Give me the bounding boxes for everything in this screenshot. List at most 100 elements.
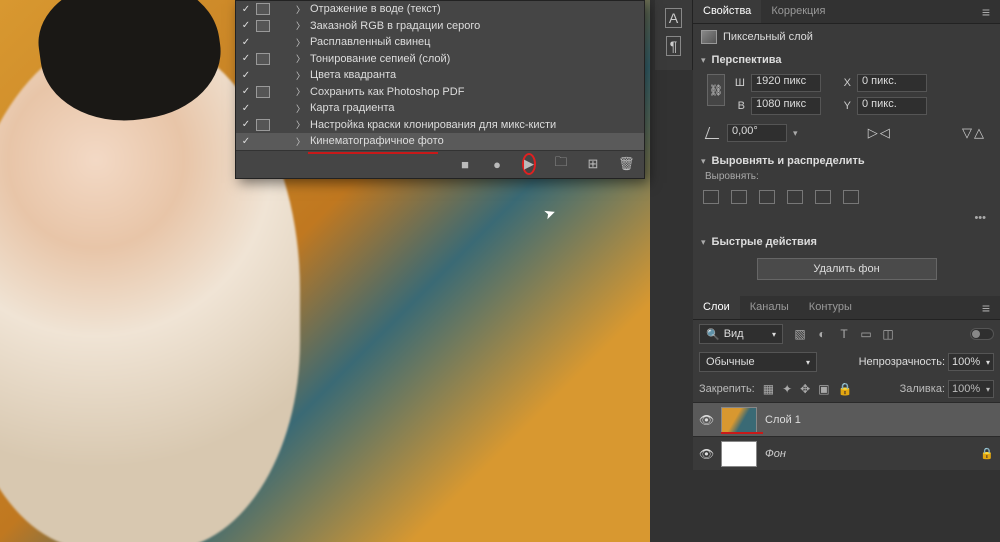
flip-horizontal-icon[interactable]: ▷◁ [868, 125, 892, 141]
action-dialog-toggle[interactable] [256, 69, 270, 81]
action-enabled-check[interactable]: ✓ [240, 103, 252, 114]
action-row[interactable]: ✓〉Карта градиента [236, 100, 644, 117]
align-center-h-icon[interactable] [731, 190, 747, 204]
layer-thumbnail[interactable] [721, 441, 757, 467]
angle-dropdown-icon[interactable]: ▾ [793, 128, 798, 139]
expand-caret-icon[interactable]: 〉 [296, 52, 306, 65]
panel-menu-icon[interactable]: ≡ [978, 300, 994, 316]
paragraph-panel-icon[interactable]: ¶ [666, 36, 682, 56]
collapsed-panel-strip[interactable]: A ¶ [655, 0, 693, 70]
action-enabled-check[interactable]: ✓ [240, 20, 252, 31]
action-label: Отражение в воде (текст) [310, 3, 640, 15]
visibility-toggle[interactable]: 👁 [699, 413, 713, 427]
lock-move-icon[interactable]: ✥ [800, 382, 810, 396]
filter-toggle[interactable] [970, 328, 994, 340]
action-enabled-check[interactable]: ✓ [240, 86, 252, 97]
action-row[interactable]: ✓ 〉 Кинематографичное фото [236, 133, 644, 150]
lock-all-icon[interactable]: 🔒 [838, 382, 853, 396]
expand-caret-icon[interactable]: 〉 [296, 19, 306, 32]
quick-actions-header[interactable]: ▾ Быстрые действия [701, 230, 992, 252]
visibility-toggle[interactable]: 👁 [699, 447, 713, 461]
flip-vertical-icon[interactable]: ▽△ [962, 125, 986, 141]
action-dialog-toggle[interactable] [256, 53, 270, 65]
perspective-section-header[interactable]: ▾ Перспектива [701, 48, 992, 70]
align-section-header[interactable]: ▾ Выровнять и распределить [701, 149, 992, 171]
action-enabled-check[interactable]: ✓ [240, 70, 252, 81]
stop-icon[interactable]: ■ [458, 157, 472, 172]
action-dialog-toggle[interactable] [256, 20, 270, 32]
expand-caret-icon[interactable]: 〉 [296, 102, 306, 115]
tab-layers[interactable]: Слои [693, 296, 740, 319]
layer-item-background[interactable]: 👁 Фон 🔒 [693, 436, 1000, 470]
expand-caret-icon[interactable]: 〉 [296, 69, 306, 82]
blend-mode-select[interactable]: Обычные ▾ [699, 352, 817, 372]
more-options-icon[interactable]: ••• [701, 212, 992, 230]
lock-artboard-icon[interactable]: ▣ [818, 382, 829, 396]
record-icon[interactable]: ● [490, 157, 504, 172]
action-dialog-toggle[interactable] [256, 119, 270, 131]
expand-caret-icon[interactable]: 〉 [296, 85, 306, 98]
tab-properties[interactable]: Свойства [693, 0, 761, 23]
lock-icon[interactable]: 🔒 [980, 447, 994, 460]
lock-pixels-icon[interactable]: ▦ [763, 382, 774, 396]
action-row[interactable]: ✓〉Заказной RGB в градации серого [236, 18, 644, 35]
action-dialog-toggle[interactable] [256, 3, 270, 15]
layer-item-layer1[interactable]: 👁 Слой 1 [693, 402, 1000, 436]
filter-adjust-icon[interactable]: ◐ [815, 327, 829, 341]
filter-smart-icon[interactable]: ◫ [881, 327, 895, 341]
new-set-icon[interactable]: 🗀 [554, 153, 568, 175]
align-bottom-icon[interactable] [843, 190, 859, 204]
action-dialog-toggle[interactable] [256, 135, 270, 147]
action-enabled-check[interactable]: ✓ [240, 136, 252, 147]
action-enabled-check[interactable]: ✓ [240, 119, 252, 130]
align-right-icon[interactable] [759, 190, 775, 204]
panel-menu-icon[interactable]: ≡ [978, 4, 994, 20]
new-action-icon[interactable]: ⊞ [586, 156, 600, 172]
filter-kind-select[interactable]: 🔍 Вид ▾ [699, 324, 783, 344]
fill-input[interactable]: 100%▾ [948, 380, 994, 398]
text-panel-icon[interactable]: A [665, 8, 682, 28]
layer-name-label[interactable]: Слой 1 [765, 414, 801, 426]
expand-caret-icon[interactable]: 〉 [296, 36, 306, 49]
action-dialog-toggle[interactable] [256, 102, 270, 114]
filter-shape-icon[interactable]: ▭ [859, 327, 873, 341]
play-button[interactable]: ▶ [522, 153, 536, 175]
action-row[interactable]: ✓〉Цвета квадранта [236, 67, 644, 84]
action-row[interactable]: ✓ 〉 Отражение в воде (текст) [236, 1, 644, 18]
width-input[interactable]: 1920 пикс [751, 74, 821, 92]
action-enabled-check[interactable]: ✓ [240, 37, 252, 48]
filter-pixel-icon[interactable]: ▧ [793, 327, 807, 341]
lock-position-icon[interactable]: ✦ [782, 382, 792, 396]
action-row[interactable]: ✓〉Расплавленный свинец [236, 34, 644, 51]
opacity-input[interactable]: 100%▾ [948, 353, 994, 371]
height-label: В [731, 100, 745, 112]
action-dialog-toggle[interactable] [256, 86, 270, 98]
layer-thumbnail[interactable] [721, 407, 757, 433]
tab-paths[interactable]: Контуры [799, 296, 862, 319]
action-dialog-toggle[interactable] [256, 36, 270, 48]
filter-type-icon[interactable]: T [837, 327, 851, 341]
y-input[interactable]: 0 пикс. [857, 97, 927, 115]
align-top-icon[interactable] [787, 190, 803, 204]
action-enabled-check[interactable]: ✓ [240, 4, 252, 15]
layer-name-label[interactable]: Фон [765, 448, 786, 460]
height-input[interactable]: 1080 пикс [751, 97, 821, 115]
x-input[interactable]: 0 пикс. [857, 74, 927, 92]
angle-icon [705, 127, 723, 139]
expand-caret-icon[interactable]: 〉 [296, 135, 306, 148]
action-row[interactable]: ✓〉Тонирование сепией (слой) [236, 51, 644, 68]
action-enabled-check[interactable]: ✓ [240, 53, 252, 64]
trash-icon[interactable]: 🗑 [618, 156, 632, 172]
action-label: Кинематографичное фото [310, 135, 640, 147]
remove-background-button[interactable]: Удалить фон [757, 258, 937, 280]
expand-caret-icon[interactable]: 〉 [296, 3, 306, 16]
expand-caret-icon[interactable]: 〉 [296, 118, 306, 131]
align-center-v-icon[interactable] [815, 190, 831, 204]
action-row[interactable]: ✓〉Настройка краски клонирования для микс… [236, 117, 644, 134]
tab-channels[interactable]: Каналы [740, 296, 799, 319]
link-dimensions-button[interactable]: ⛓ [707, 74, 725, 106]
align-left-icon[interactable] [703, 190, 719, 204]
angle-input[interactable]: 0,00° [727, 124, 787, 142]
tab-adjustments[interactable]: Коррекция [761, 0, 835, 23]
action-row[interactable]: ✓〉Сохранить как Photoshop PDF [236, 84, 644, 101]
